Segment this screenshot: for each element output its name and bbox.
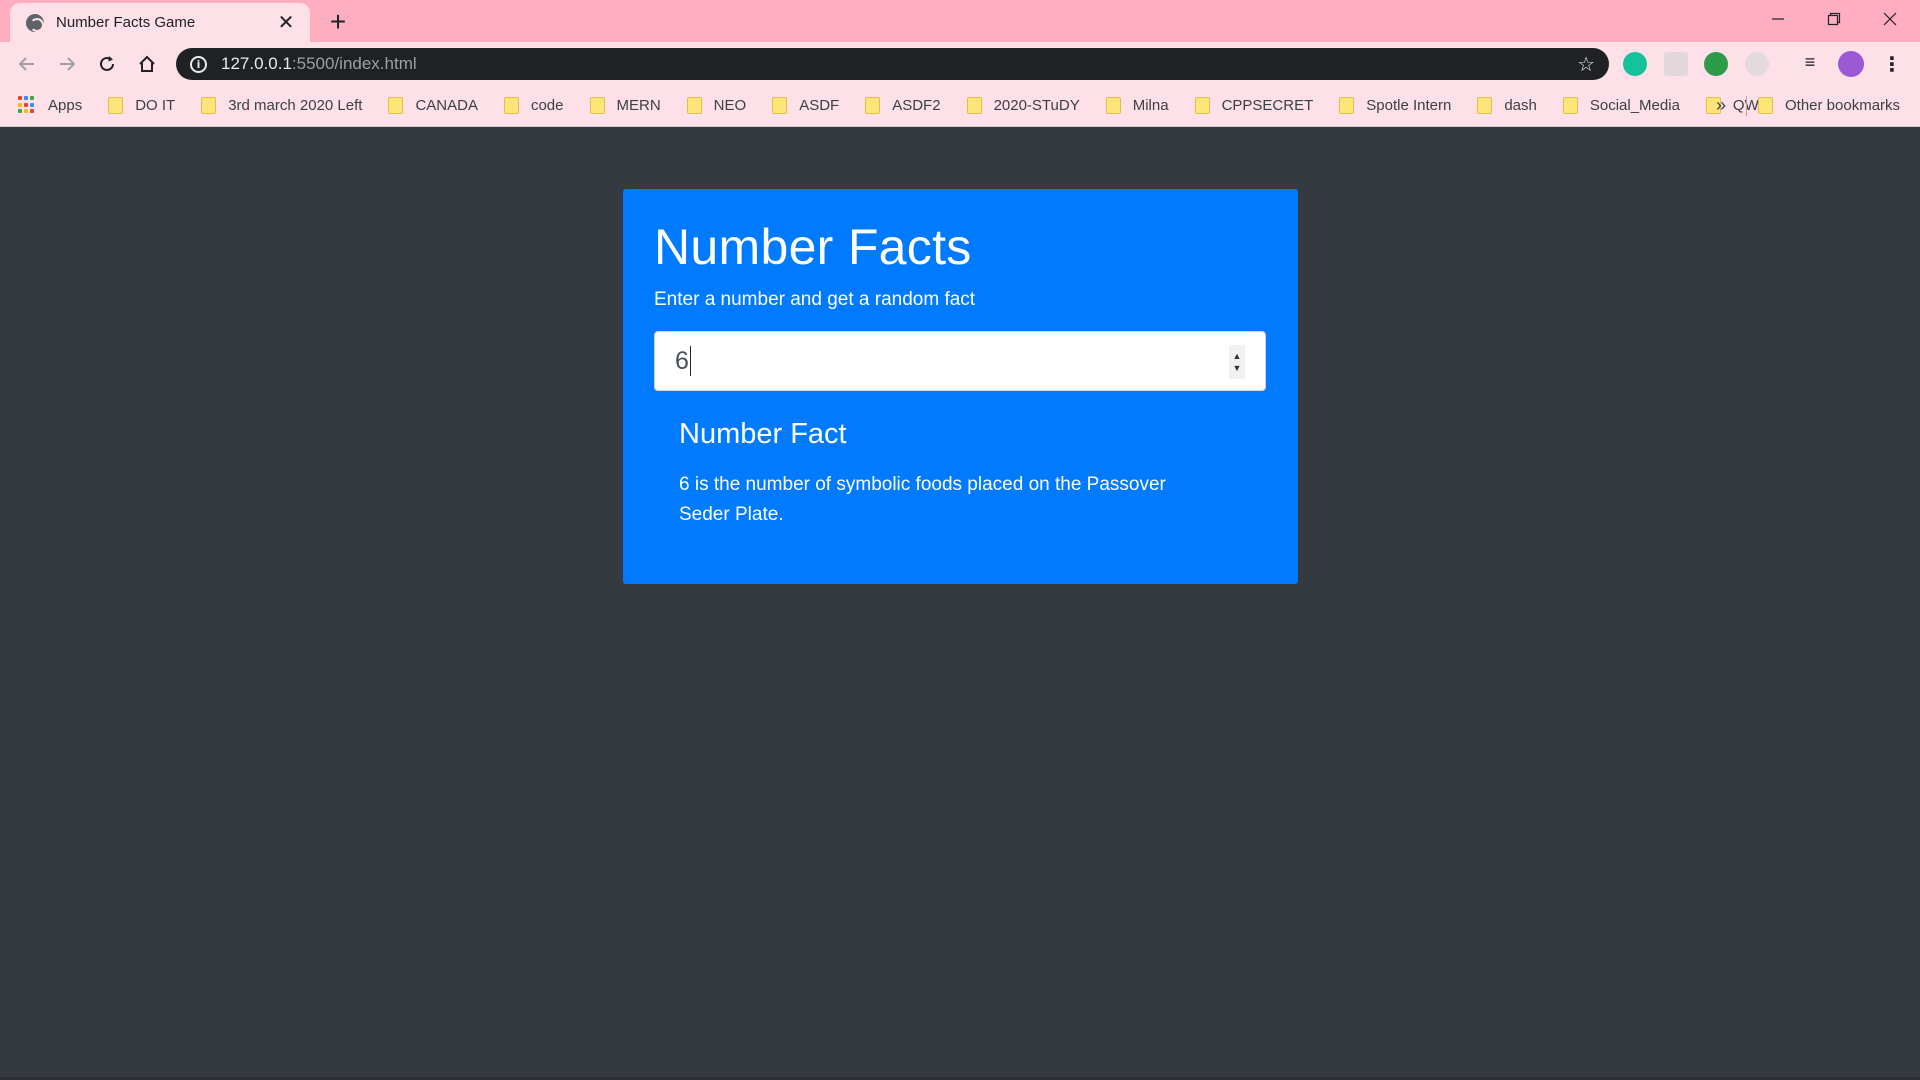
folder-icon (1105, 96, 1121, 114)
number-input[interactable]: 6 ▲ ▼ (654, 331, 1266, 392)
fact-text: 6 is the number of symbolic foods placed… (679, 473, 1166, 525)
new-tab-button[interactable]: + (322, 6, 354, 38)
other-bookmarks[interactable]: Other bookmarks (1758, 84, 1900, 127)
close-icon (1883, 12, 1897, 26)
close-tab-icon[interactable]: ✕ (274, 11, 298, 35)
media-control-icon[interactable]: ≡ (1798, 52, 1822, 76)
forward-button[interactable] (52, 49, 82, 79)
tab-title: Number Facts Game (56, 14, 196, 31)
folder-icon (388, 96, 404, 114)
folder-icon (686, 96, 702, 114)
folder-icon (108, 96, 124, 114)
url-text[interactable]: 127.0.0.1:5500/index.html (221, 54, 1577, 74)
bookmark-folder[interactable]: MERN (589, 96, 661, 114)
folder-icon (1194, 96, 1210, 114)
folder-icon (1758, 97, 1773, 114)
menu-icon[interactable]: ⋮ (1880, 52, 1904, 76)
folder-icon (966, 96, 982, 114)
restore-button[interactable] (1806, 0, 1862, 38)
back-arrow-icon (18, 57, 34, 71)
bookmark-apps[interactable]: Apps (18, 96, 82, 114)
restore-icon (1827, 12, 1841, 26)
spinner-down-icon[interactable]: ▼ (1233, 362, 1242, 374)
divider (1746, 96, 1747, 116)
info-icon[interactable]: i (190, 55, 207, 73)
back-button[interactable] (12, 49, 42, 79)
browser-tab[interactable]: Number Facts Game ✕ (10, 3, 310, 42)
bookmark-folder[interactable]: Milna (1105, 96, 1169, 114)
folder-icon (772, 96, 788, 114)
avatar[interactable] (1838, 51, 1864, 77)
extension-icon[interactable] (1745, 52, 1769, 76)
home-icon (139, 55, 155, 72)
bookmark-folder[interactable]: 2020-STuDY (966, 96, 1080, 114)
fact-heading: Number Fact (679, 418, 847, 451)
bookmark-folder[interactable]: 3rd march 2020 Left (201, 96, 362, 114)
text-caret (689, 346, 691, 377)
minimize-button[interactable] (1750, 0, 1806, 38)
globe-icon (26, 13, 44, 32)
bookmark-star-icon[interactable]: ☆ (1577, 52, 1595, 77)
bookmark-folder[interactable]: ASDF (772, 96, 839, 114)
reload-icon (100, 56, 114, 71)
folder-icon (865, 96, 881, 114)
home-button[interactable] (132, 49, 162, 79)
bookmark-folder[interactable]: Social_Media (1562, 96, 1680, 114)
fact-section: Number Fact 6 is the number of symbolic … (654, 417, 1214, 530)
bookmark-folder[interactable]: CPPSECRET (1194, 96, 1313, 114)
bookmark-folder[interactable]: NEO (686, 96, 746, 114)
number-spinner[interactable]: ▲ ▼ (1229, 345, 1245, 380)
folder-icon (503, 96, 519, 114)
bookmark-folder[interactable]: DO IT (108, 96, 175, 114)
browser-toolbar: i 127.0.0.1:5500/index.html ☆ ≡ ⋮ (0, 42, 1920, 84)
folder-icon (589, 96, 605, 114)
folder-icon (201, 96, 217, 114)
apps-grid-icon (18, 96, 36, 114)
folder-icon (1477, 96, 1493, 114)
page-subtitle: Enter a number and get a random fact (654, 288, 976, 310)
address-bar[interactable]: i 127.0.0.1:5500/index.html ☆ (176, 48, 1609, 80)
bookmarks-overflow-button[interactable]: » (1716, 84, 1726, 127)
minimize-icon (1772, 18, 1784, 20)
bookmark-folder[interactable]: ASDF2 (865, 96, 941, 114)
number-facts-card: Number Facts Enter a number and get a ra… (623, 189, 1298, 584)
bookmark-folder[interactable]: CANADA (388, 96, 478, 114)
folder-icon (1339, 96, 1355, 114)
reload-button[interactable] (92, 49, 122, 79)
extension-icon[interactable] (1664, 52, 1688, 76)
page-title: Number Facts (654, 219, 972, 275)
number-input-value[interactable]: 6 (675, 347, 689, 376)
spinner-up-icon[interactable]: ▲ (1233, 350, 1242, 362)
bookmark-folder[interactable]: Spotle Intern (1339, 96, 1451, 114)
close-window-button[interactable] (1862, 0, 1918, 38)
grammarly-extension-icon[interactable] (1623, 52, 1647, 76)
tab-strip: Number Facts Game ✕ + (0, 0, 1920, 42)
forward-arrow-icon (60, 57, 76, 71)
bookmark-folder[interactable]: code (503, 96, 564, 114)
bookmark-folder[interactable]: dash (1477, 96, 1537, 114)
folder-icon (1562, 96, 1578, 114)
search-extension-icon[interactable] (1704, 52, 1728, 76)
bookmarks-bar: Apps DO IT 3rd march 2020 Left CANADA co… (0, 84, 1920, 127)
